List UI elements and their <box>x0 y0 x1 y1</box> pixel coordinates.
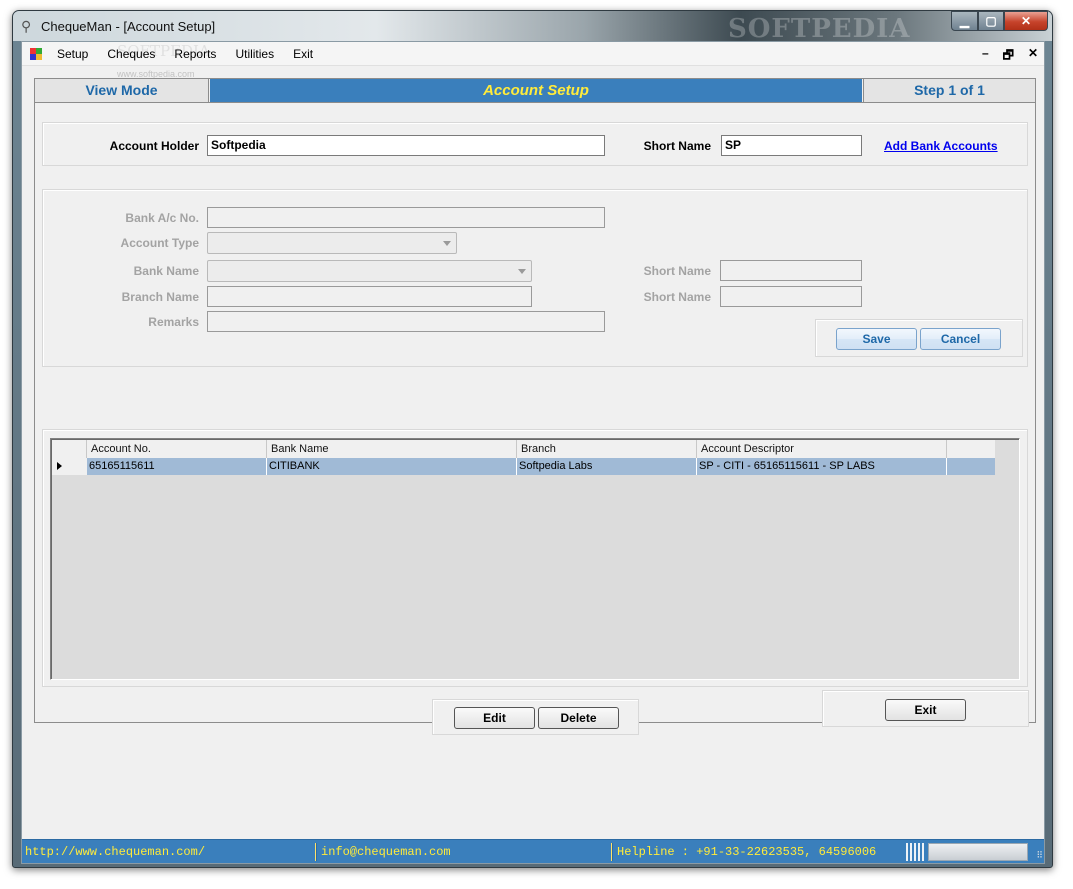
branch-short-name-input[interactable] <box>720 286 862 307</box>
delete-button[interactable]: Delete <box>538 707 619 729</box>
exit-button[interactable]: Exit <box>885 699 966 721</box>
app-window: ⚲ ChequeMan - [Account Setup] SOFTPEDIA … <box>12 10 1053 868</box>
save-button[interactable]: Save <box>836 328 917 350</box>
col-bank-name[interactable]: Bank Name <box>267 440 517 458</box>
col-account-no[interactable]: Account No. <box>87 440 267 458</box>
cancel-button[interactable]: Cancel <box>920 328 1001 350</box>
window-title: ChequeMan - [Account Setup] <box>41 19 216 34</box>
status-divider <box>315 843 317 861</box>
accounts-grid-panel: Account No. Bank Name Branch Account Des… <box>42 429 1028 687</box>
branch-short-name-label: Short Name <box>643 290 711 304</box>
bank-ac-no-input[interactable] <box>207 207 605 228</box>
account-type-select[interactable] <box>207 232 457 254</box>
table-row[interactable]: 65165115611 CITIBANK Softpedia Labs SP -… <box>52 458 995 475</box>
status-progress-bar <box>928 843 1028 861</box>
mdi-close-icon[interactable]: ✕ <box>1028 46 1038 67</box>
status-activity-indicator <box>906 843 926 861</box>
menu-reports[interactable]: Reports <box>174 47 216 61</box>
grid-corner <box>52 440 87 458</box>
close-button[interactable]: ✕ <box>1004 11 1048 31</box>
bank-ac-no-label: Bank A/c No. <box>125 211 199 225</box>
maximize-button[interactable]: ▢ <box>978 11 1004 31</box>
menu-bar: SOFTPEDIA Setup Cheques Reports Utilitie… <box>22 42 1044 66</box>
title-bar[interactable]: ⚲ ChequeMan - [Account Setup] SOFTPEDIA … <box>13 11 1052 44</box>
col-account-descriptor[interactable]: Account Descriptor <box>697 440 947 458</box>
cell-account-descriptor[interactable]: SP - CITI - 65165115611 - SP LABS <box>697 458 947 475</box>
row-header[interactable] <box>52 458 87 475</box>
cell-branch[interactable]: Softpedia Labs <box>517 458 697 475</box>
menu-setup[interactable]: Setup <box>57 47 88 61</box>
title-watermark: SOFTPEDIA <box>728 14 911 44</box>
status-helpline: Helpline : +91-33-22623535, 64596006 <box>617 845 877 859</box>
current-row-icon <box>57 462 62 470</box>
edit-delete-group: Edit Delete <box>432 699 639 735</box>
close-icon: ✕ <box>1020 14 1032 28</box>
grid-header: Account No. Bank Name Branch Account Des… <box>52 440 995 458</box>
branch-name-input[interactable] <box>207 286 532 307</box>
minimize-icon: ▁ <box>959 14 970 28</box>
bank-short-name-input[interactable] <box>720 260 862 281</box>
account-holder-panel: Account Holder Softpedia Short Name SP A… <box>42 122 1028 166</box>
branch-name-label: Branch Name <box>121 290 199 304</box>
col-filler <box>947 440 995 458</box>
client-area: SOFTPEDIA Setup Cheques Reports Utilitie… <box>21 41 1045 864</box>
col-branch[interactable]: Branch <box>517 440 697 458</box>
bank-name-label: Bank Name <box>133 264 199 278</box>
cell-bank-name[interactable]: CITIBANK <box>267 458 517 475</box>
accounts-grid[interactable]: Account No. Bank Name Branch Account Des… <box>50 438 1020 680</box>
mode-bar: View Mode Account Setup Step 1 of 1 <box>35 79 1035 103</box>
chevron-down-icon <box>443 241 451 246</box>
menu-items: Setup Cheques Reports Utilities Exit <box>57 47 332 61</box>
remarks-label: Remarks <box>148 315 199 329</box>
account-setup-form: View Mode Account Setup Step 1 of 1 Acco… <box>34 78 1036 735</box>
menu-exit[interactable]: Exit <box>293 47 313 61</box>
step-indicator: Step 1 of 1 <box>863 79 1035 102</box>
mdi-minimize-icon[interactable]: – <box>982 46 989 67</box>
mdi-child-icon[interactable] <box>30 48 43 61</box>
account-holder-input[interactable]: Softpedia <box>207 135 605 156</box>
caption-buttons: ▁ ▢ ✕ <box>951 11 1048 31</box>
view-mode-label: View Mode <box>35 79 209 102</box>
form-heading: Account Setup <box>210 79 862 102</box>
minimize-button[interactable]: ▁ <box>951 11 978 31</box>
mdi-restore-icon[interactable]: 🗗 <box>1003 46 1014 67</box>
remarks-input[interactable] <box>207 311 605 332</box>
status-bar: http://www.chequeman.com/ info@chequeman… <box>22 839 1044 863</box>
edit-button[interactable]: Edit <box>454 707 535 729</box>
account-holder-label: Account Holder <box>109 139 199 153</box>
status-divider <box>611 843 613 861</box>
bank-details-panel: Bank A/c No. Account Type Bank Name Shor… <box>42 189 1028 367</box>
add-bank-accounts-link[interactable]: Add Bank Accounts <box>884 139 998 153</box>
menu-cheques[interactable]: Cheques <box>107 47 155 61</box>
exit-button-group: Exit <box>822 690 1029 727</box>
resize-grip-icon[interactable]: ⠿ <box>1036 850 1043 861</box>
short-name-label: Short Name <box>643 139 711 153</box>
maximize-icon: ▢ <box>985 14 997 28</box>
cell-account-no[interactable]: 65165115611 <box>87 458 267 475</box>
save-cancel-group: Save Cancel <box>815 319 1023 357</box>
mdi-buttons: – 🗗 ✕ <box>982 46 1038 67</box>
menu-utilities[interactable]: Utilities <box>235 47 274 61</box>
cell-filler <box>947 458 995 475</box>
bank-name-select[interactable] <box>207 260 532 282</box>
status-email[interactable]: info@chequeman.com <box>321 845 451 859</box>
bank-short-name-label: Short Name <box>643 264 711 278</box>
account-type-label: Account Type <box>120 236 199 250</box>
status-website[interactable]: http://www.chequeman.com/ <box>25 845 205 859</box>
short-name-input[interactable]: SP <box>721 135 862 156</box>
chevron-down-icon <box>518 269 526 274</box>
app-icon: ⚲ <box>21 18 32 34</box>
